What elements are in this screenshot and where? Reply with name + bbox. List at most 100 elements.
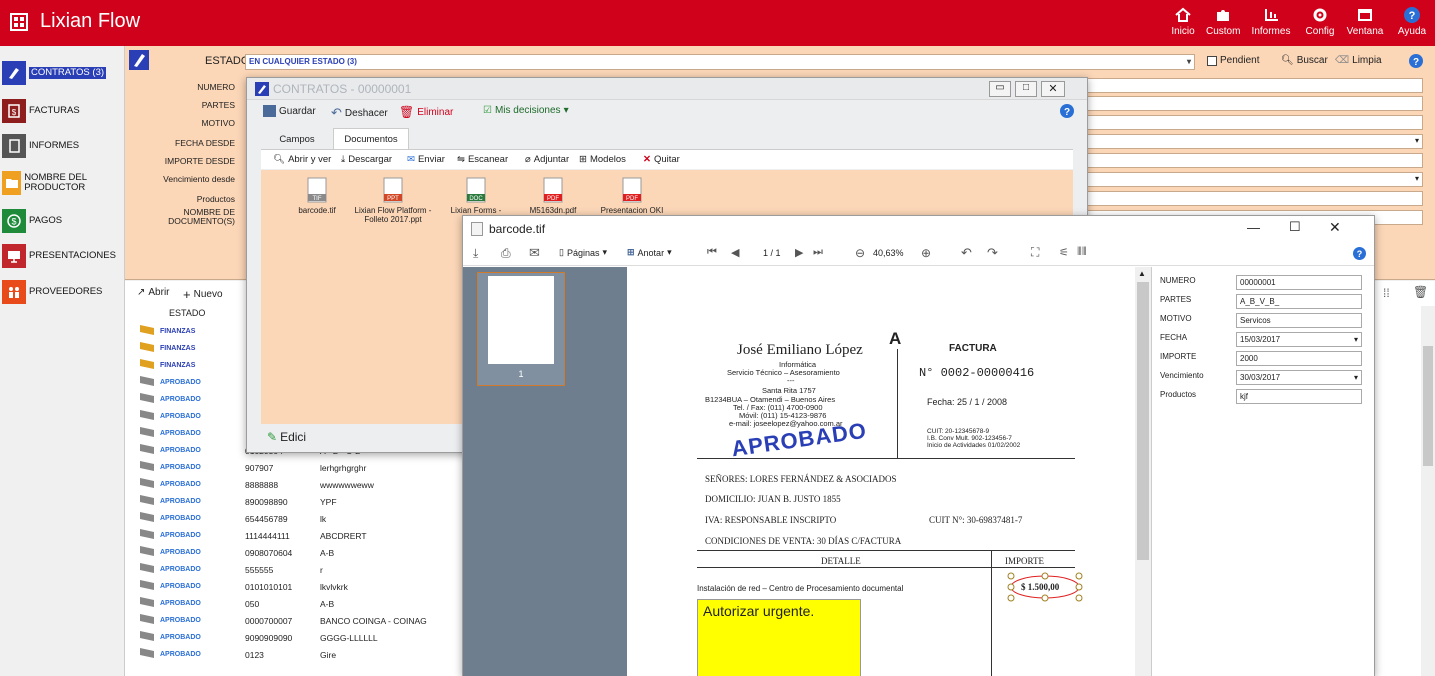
- nav-ventana[interactable]: Ventana: [1346, 4, 1384, 44]
- enviar-button[interactable]: ✉ Enviar: [407, 154, 445, 165]
- zoom-in-icon[interactable]: ⊕: [921, 246, 931, 260]
- barcode-icon[interactable]: ⦀⦀: [1077, 246, 1087, 259]
- fullscreen-icon[interactable]: ⛶: [1031, 245, 1039, 260]
- abrir-button[interactable]: ↗ Abrir: [137, 287, 170, 298]
- maximize-button[interactable]: □: [1015, 81, 1037, 97]
- mis-decisiones-button[interactable]: ☑ Mis decisiones ▾: [483, 105, 569, 116]
- importe-desde-input[interactable]: [1085, 153, 1423, 168]
- next-page-icon[interactable]: ▶: [795, 246, 803, 259]
- rotate-right-icon[interactable]: ↷: [987, 245, 998, 261]
- field-input[interactable]: 30/03/2017 ▾: [1236, 370, 1362, 385]
- file-item[interactable]: PDF M5163dn.pdf: [521, 176, 585, 215]
- field-input[interactable]: 15/03/2017 ▾: [1236, 332, 1362, 347]
- scrollbar-thumb[interactable]: [1423, 346, 1433, 466]
- close-button[interactable]: ✕: [1041, 81, 1065, 97]
- zoom-out-icon[interactable]: ⊖: [855, 246, 865, 260]
- limpia-button[interactable]: ⌫ Limpia: [1335, 55, 1382, 66]
- last-page-icon[interactable]: ⏭: [813, 246, 823, 259]
- field-input[interactable]: kjf: [1236, 389, 1362, 404]
- estado-column-header[interactable]: ESTADO: [169, 308, 205, 318]
- close-button[interactable]: ✕: [1329, 219, 1341, 236]
- sidebar-item-pagos[interactable]: $ PAGOS: [0, 206, 125, 236]
- sidebar-item-facturas[interactable]: $ FACTURAS: [0, 96, 125, 126]
- tab-campos[interactable]: Campos: [261, 129, 333, 149]
- nav-inicio[interactable]: Inicio: [1168, 4, 1198, 44]
- stamp-icon[interactable]: ⚟: [1059, 246, 1069, 259]
- sidebar-item-contratos[interactable]: CONTRATOS (3): [0, 58, 125, 88]
- field-input[interactable]: Servicos: [1236, 313, 1362, 328]
- document-scrollbar[interactable]: ▲: [1135, 267, 1151, 676]
- nav-config[interactable]: Config: [1304, 4, 1336, 44]
- pendient-checkbox[interactable]: Pendient: [1207, 55, 1259, 66]
- table-row[interactable]: APROBADO 0123 Gire: [140, 646, 470, 663]
- file-item[interactable]: PDF Presentacion OKI: [597, 176, 667, 215]
- maximize-button[interactable]: ☐: [1289, 219, 1301, 235]
- adjuntar-button[interactable]: ⌀ Adjuntar: [525, 154, 569, 165]
- edit-button[interactable]: ✎ Edici: [267, 430, 306, 444]
- scrollbar-thumb[interactable]: [1137, 282, 1149, 560]
- file-item[interactable]: PPT Lixian Flow Platform - Folleto 2017.…: [353, 176, 433, 224]
- sticky-note[interactable]: Autorizar urgente.: [697, 599, 861, 676]
- mail-icon[interactable]: ✉: [529, 245, 540, 261]
- scroll-up-icon[interactable]: ▲: [1138, 269, 1146, 278]
- numero-input[interactable]: [1085, 78, 1423, 93]
- paginas-button[interactable]: ▯ Páginas ▾: [559, 247, 607, 258]
- table-row[interactable]: APROBADO 050 A-B: [140, 595, 470, 612]
- minimize-button[interactable]: ▭: [989, 81, 1011, 97]
- guardar-button[interactable]: Guardar: [263, 105, 316, 117]
- rotate-left-icon[interactable]: ↶: [961, 245, 972, 261]
- abrir-ver-button[interactable]: 🔍︎ Abrir y ver: [273, 154, 331, 165]
- sidebar-item-productor[interactable]: NOMBRE DEL PRODUCTOR: [0, 168, 125, 198]
- nav-custom[interactable]: Custom: [1206, 4, 1240, 44]
- descargar-button[interactable]: ⤓ Descargar: [341, 154, 392, 165]
- sidebar-item-proveedores[interactable]: PROVEEDORES: [0, 277, 125, 307]
- motivo-input[interactable]: [1085, 115, 1423, 130]
- table-row[interactable]: APROBADO 9090909090 GGGG-LLLLLL: [140, 629, 470, 646]
- file-item[interactable]: TIF barcode.tif: [287, 176, 347, 215]
- table-row[interactable]: APROBADO 0908070604 A-B: [140, 544, 470, 561]
- productos-input[interactable]: [1085, 191, 1423, 206]
- list-scrollbar[interactable]: [1421, 306, 1435, 676]
- zoom-level[interactable]: 40,63%: [873, 248, 904, 258]
- vencimiento-desde-input[interactable]: ▾: [1085, 172, 1423, 187]
- invoice-iva: IVA: RESPONSABLE INSCRIPTO: [705, 515, 837, 525]
- anotar-button[interactable]: ⊞ Anotar ▾: [627, 247, 672, 258]
- table-row[interactable]: APROBADO 890098890 YPF: [140, 493, 470, 510]
- sidebar-item-presentaciones[interactable]: PRESENTACIONES: [0, 241, 125, 271]
- nuevo-button[interactable]: + Nuevo: [183, 287, 223, 302]
- escanear-button[interactable]: ⇋ Escanear: [457, 154, 508, 165]
- filter-toggle-icon[interactable]: ⁞⁞: [1383, 286, 1390, 300]
- buscar-button[interactable]: 🔍︎ Buscar: [1281, 55, 1328, 66]
- field-input[interactable]: 2000: [1236, 351, 1362, 366]
- minimize-button[interactable]: —: [1247, 220, 1260, 235]
- help-icon[interactable]: ?: [1060, 104, 1074, 118]
- table-row[interactable]: APROBADO 654456789 lk: [140, 510, 470, 527]
- page-thumbnail[interactable]: 1: [477, 272, 565, 386]
- table-row[interactable]: APROBADO 555555 r: [140, 561, 470, 578]
- download-icon[interactable]: ⤓: [473, 246, 478, 261]
- trash-icon[interactable]: 🗑︎: [1413, 285, 1428, 299]
- sidebar-item-informes[interactable]: INFORMES: [0, 131, 125, 161]
- table-row[interactable]: APROBADO 0101010101 lkvlvkrk: [140, 578, 470, 595]
- prev-page-icon[interactable]: ◀: [731, 246, 739, 259]
- partes-input[interactable]: [1085, 96, 1423, 111]
- fecha-desde-input[interactable]: ▾: [1085, 134, 1423, 149]
- help-icon[interactable]: ?: [1409, 54, 1423, 68]
- nav-ayuda[interactable]: ? Ayuda: [1396, 4, 1428, 44]
- modelos-button[interactable]: ⊞ Modelos: [579, 154, 626, 165]
- table-row[interactable]: APROBADO 8888888 wwwwwweww: [140, 476, 470, 493]
- eliminar-button[interactable]: 🗑︎ Eliminar: [399, 105, 453, 119]
- tab-documentos[interactable]: Documentos: [333, 128, 409, 150]
- print-icon[interactable]: ⎙: [501, 246, 511, 261]
- table-row[interactable]: APROBADO 1114444111 ABCDRERT: [140, 527, 470, 544]
- help-icon[interactable]: ?: [1353, 247, 1366, 260]
- nav-informes[interactable]: Informes: [1250, 4, 1292, 44]
- deshacer-button[interactable]: ↶ Deshacer: [331, 105, 388, 121]
- field-input[interactable]: A_B_V_B_: [1236, 294, 1362, 309]
- quitar-button[interactable]: ✕ Quitar: [643, 154, 680, 165]
- table-row[interactable]: APROBADO 0000700007 BANCO COINGA - COINAG: [140, 612, 470, 629]
- first-page-icon[interactable]: ⏮: [707, 246, 717, 259]
- field-input[interactable]: 00000001: [1236, 275, 1362, 290]
- table-row[interactable]: APROBADO 907907 lerhgrhgrghr: [140, 459, 470, 476]
- estado-select[interactable]: EN CUALQUIER ESTADO (3) ▾: [245, 54, 1195, 70]
